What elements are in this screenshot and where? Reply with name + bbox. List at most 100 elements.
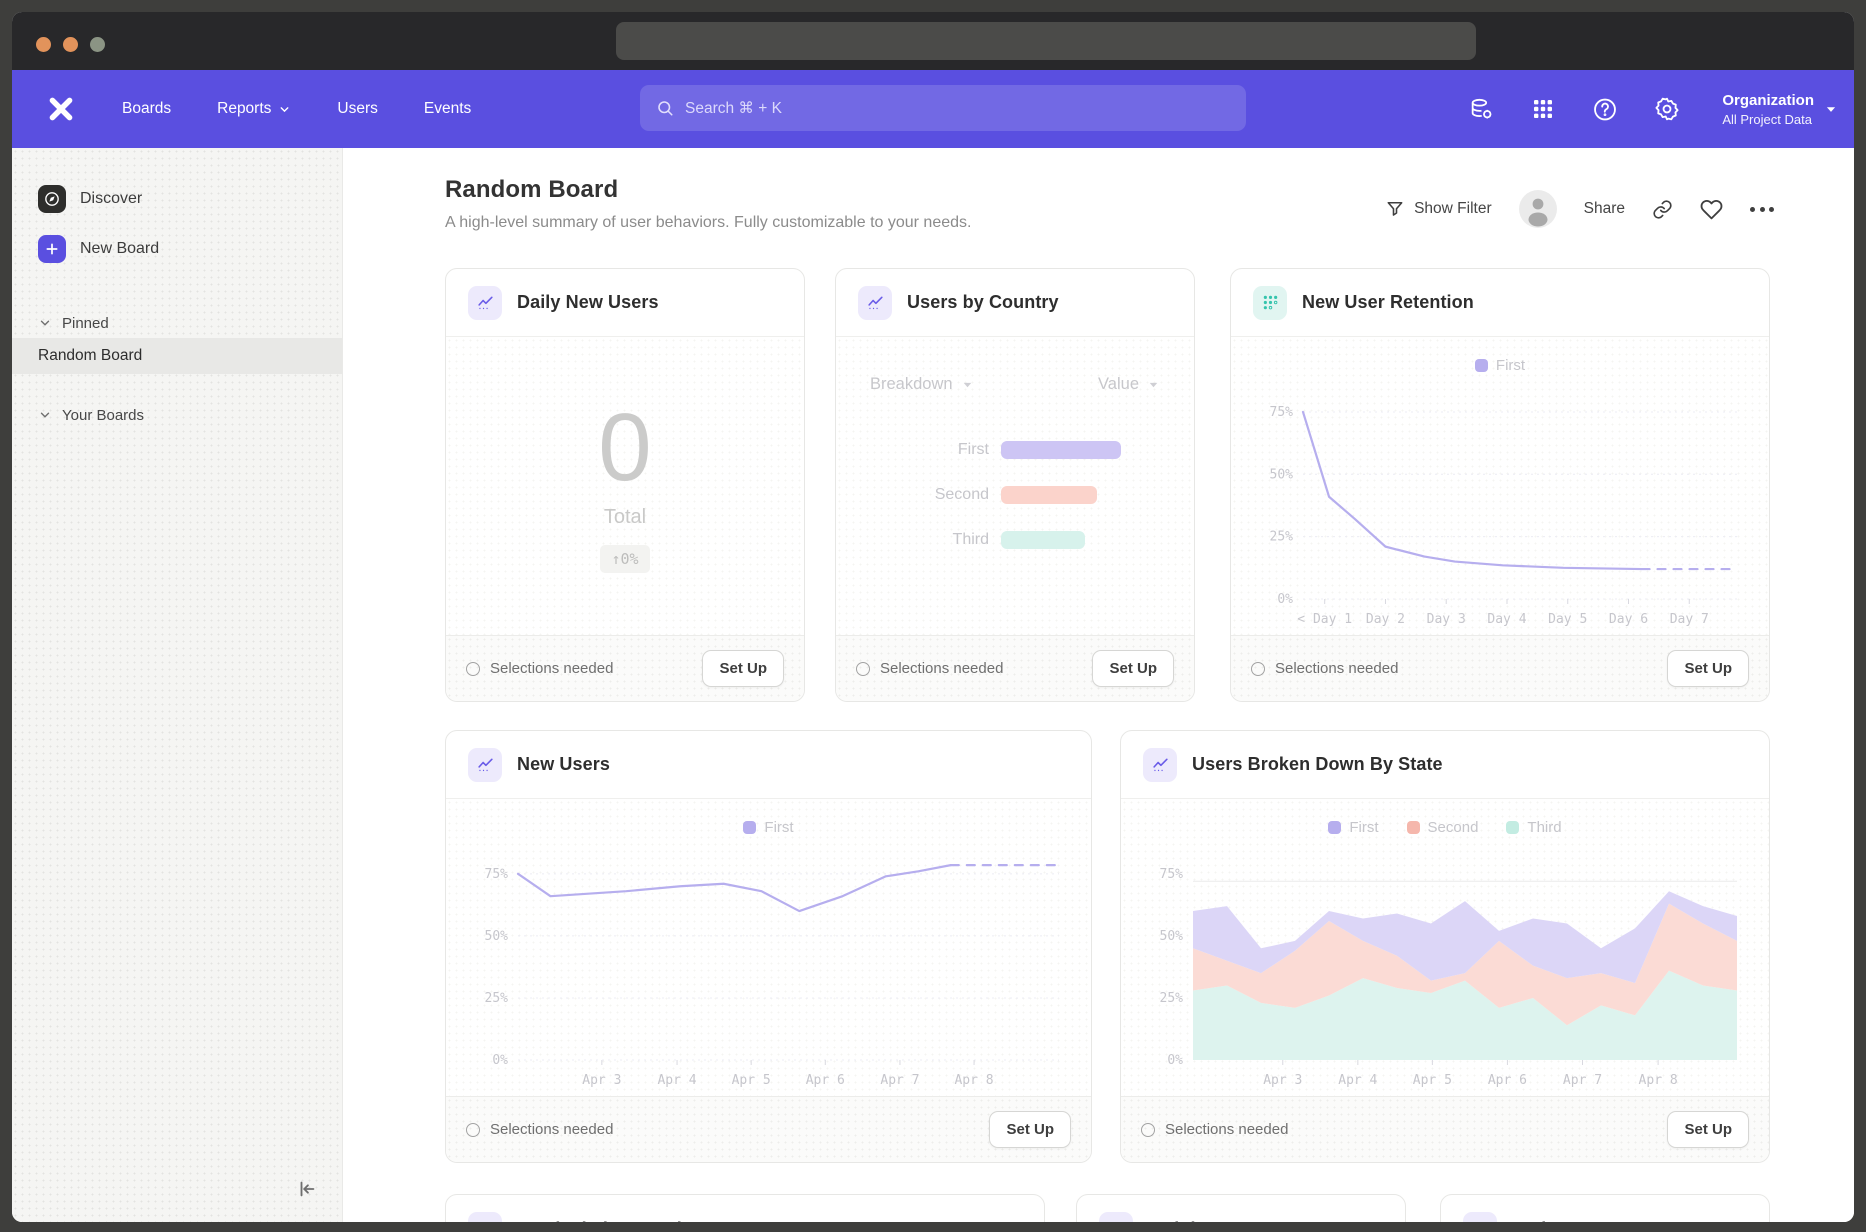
link-icon bbox=[1652, 199, 1673, 220]
svg-text:Apr 4: Apr 4 bbox=[657, 1073, 696, 1088]
sidebar-section-your-boards[interactable]: Your Boards bbox=[12, 400, 342, 430]
nav-item-users[interactable]: Users bbox=[337, 100, 377, 118]
svg-text:75%: 75% bbox=[1270, 405, 1294, 420]
chart-legend: First bbox=[464, 815, 1073, 839]
breakdown-dropdown[interactable]: Breakdown bbox=[870, 375, 974, 394]
share-button[interactable]: Share bbox=[1584, 200, 1625, 218]
sidebar-item-label: Discover bbox=[80, 190, 142, 208]
svg-text:Apr 4: Apr 4 bbox=[1338, 1073, 1377, 1088]
url-bar[interactable] bbox=[616, 22, 1476, 60]
more-options-button[interactable] bbox=[1750, 207, 1774, 212]
card-title: Users by Country bbox=[907, 292, 1059, 313]
insights-chart-icon bbox=[468, 1212, 502, 1222]
legend-item: First bbox=[1328, 819, 1378, 836]
status-text: Selections needed bbox=[466, 1121, 613, 1138]
nav-item-boards[interactable]: Boards bbox=[122, 100, 171, 118]
radio-circle-icon bbox=[466, 662, 480, 676]
favorite-heart-button[interactable] bbox=[1700, 198, 1723, 221]
org-switcher[interactable]: Organization All Project Data bbox=[1722, 91, 1838, 126]
sidebar-section-pinned[interactable]: Pinned bbox=[12, 308, 342, 338]
chevron-down-icon bbox=[961, 378, 974, 391]
svg-text:Apr 8: Apr 8 bbox=[1639, 1073, 1678, 1088]
org-name: Organization bbox=[1722, 91, 1814, 111]
nav-item-reports[interactable]: Reports bbox=[217, 100, 291, 118]
svg-text:Day 6: Day 6 bbox=[1609, 612, 1648, 627]
new-users-line-chart: 75%50%25%0%Apr 3Apr 4Apr 5Apr 6Apr 7Apr … bbox=[464, 839, 1073, 1092]
sidebar-item-discover[interactable]: Discover bbox=[12, 182, 342, 216]
svg-text:Apr 7: Apr 7 bbox=[1563, 1073, 1602, 1088]
insights-chart-icon bbox=[858, 286, 892, 320]
settings-gear-icon[interactable] bbox=[1654, 96, 1680, 122]
legend-item: First bbox=[743, 819, 793, 836]
status-text: Selections needed bbox=[1251, 660, 1398, 677]
nav-item-events[interactable]: Events bbox=[424, 100, 471, 118]
help-icon[interactable] bbox=[1592, 96, 1618, 122]
avatar[interactable] bbox=[1519, 190, 1557, 228]
chevron-down-icon bbox=[38, 408, 52, 422]
search-input[interactable]: Search ⌘ + K bbox=[640, 85, 1246, 131]
legend-item: First bbox=[1475, 357, 1525, 374]
mixpanel-logo-icon[interactable] bbox=[46, 94, 76, 124]
page-description: A high-level summary of user behaviors. … bbox=[445, 214, 971, 232]
plus-icon bbox=[38, 235, 66, 263]
show-filter-button[interactable]: Show Filter bbox=[1385, 199, 1492, 219]
svg-text:Apr 7: Apr 7 bbox=[880, 1073, 919, 1088]
window-close-button bbox=[36, 37, 51, 52]
svg-text:25%: 25% bbox=[1160, 991, 1184, 1006]
svg-text:75%: 75% bbox=[485, 867, 509, 882]
insights-chart-icon bbox=[1463, 1212, 1497, 1222]
card-users-by-country: Users by Country Breakdown Value First Se… bbox=[835, 268, 1195, 702]
card-title: Daily New Users bbox=[517, 292, 659, 313]
stacked-area-chart: 75%50%25%0%Apr 3Apr 4Apr 5Apr 6Apr 7Apr … bbox=[1139, 839, 1751, 1092]
value-dropdown[interactable]: Value bbox=[1098, 375, 1160, 394]
retention-grid-icon bbox=[1253, 286, 1287, 320]
card-new-users: New Users First 75%50%25%0%Apr 3Apr 4Apr… bbox=[445, 730, 1092, 1163]
svg-text:50%: 50% bbox=[485, 929, 509, 944]
setup-button[interactable]: Set Up bbox=[702, 650, 784, 687]
card-title: Users Broken Down By State bbox=[1192, 754, 1443, 775]
setup-button[interactable]: Set Up bbox=[1667, 650, 1749, 687]
card-title: Stacked Line Graph bbox=[517, 1219, 688, 1223]
traffic-lights[interactable] bbox=[36, 37, 105, 52]
card-users-by-state: Users Broken Down By State FirstSecondTh… bbox=[1120, 730, 1770, 1163]
setup-button[interactable]: Set Up bbox=[1092, 650, 1174, 687]
board-actions: Show Filter Share bbox=[1385, 190, 1774, 228]
setup-button[interactable]: Set Up bbox=[1667, 1111, 1749, 1148]
svg-text:50%: 50% bbox=[1270, 467, 1294, 482]
country-bar-row: Second bbox=[836, 486, 1194, 504]
window-zoom-button bbox=[90, 37, 105, 52]
legend-item: Third bbox=[1506, 819, 1561, 836]
svg-text:0%: 0% bbox=[492, 1053, 508, 1068]
card-new-user-retention: New User Retention First 75%50%25%0%< Da… bbox=[1230, 268, 1770, 702]
svg-text:25%: 25% bbox=[1270, 530, 1294, 545]
chevron-down-icon bbox=[278, 103, 291, 116]
metric-delta-badge: ↑0% bbox=[600, 545, 649, 573]
country-bars: FirstSecondThird bbox=[836, 441, 1194, 549]
country-bar-row: First bbox=[836, 441, 1194, 459]
card-active-users: Active Users bbox=[1440, 1194, 1770, 1222]
insights-chart-icon bbox=[1143, 748, 1177, 782]
chart-legend: FirstSecondThird bbox=[1139, 815, 1751, 839]
insights-chart-icon bbox=[1099, 1212, 1133, 1222]
apps-grid-icon[interactable] bbox=[1530, 96, 1556, 122]
board-main: Random Board A high-level summary of use… bbox=[343, 148, 1854, 1222]
top-navbar: Boards Reports Users Events Search ⌘ + K bbox=[12, 70, 1854, 148]
setup-button[interactable]: Set Up bbox=[989, 1111, 1071, 1148]
app-window: Boards Reports Users Events Search ⌘ + K bbox=[12, 12, 1854, 1222]
metric-value: 0 bbox=[598, 400, 651, 496]
sidebar-collapse-button[interactable] bbox=[290, 1174, 324, 1204]
svg-text:Apr 6: Apr 6 bbox=[1488, 1073, 1527, 1088]
svg-text:0%: 0% bbox=[1167, 1053, 1183, 1068]
page-title: Random Board bbox=[445, 176, 618, 204]
data-management-icon[interactable] bbox=[1468, 96, 1494, 122]
nav-menu: Boards Reports Users Events bbox=[122, 100, 471, 118]
copy-link-button[interactable] bbox=[1652, 199, 1673, 220]
svg-text:< Day 1: < Day 1 bbox=[1297, 612, 1352, 627]
svg-text:Day 4: Day 4 bbox=[1487, 612, 1526, 627]
sidebar-item-random-board[interactable]: Random Board bbox=[12, 338, 342, 374]
svg-text:0%: 0% bbox=[1277, 592, 1293, 607]
svg-text:Apr 3: Apr 3 bbox=[582, 1073, 621, 1088]
sidebar-item-new-board[interactable]: New Board bbox=[12, 232, 342, 266]
chart-legend: First bbox=[1249, 353, 1751, 377]
radio-circle-icon bbox=[1251, 662, 1265, 676]
